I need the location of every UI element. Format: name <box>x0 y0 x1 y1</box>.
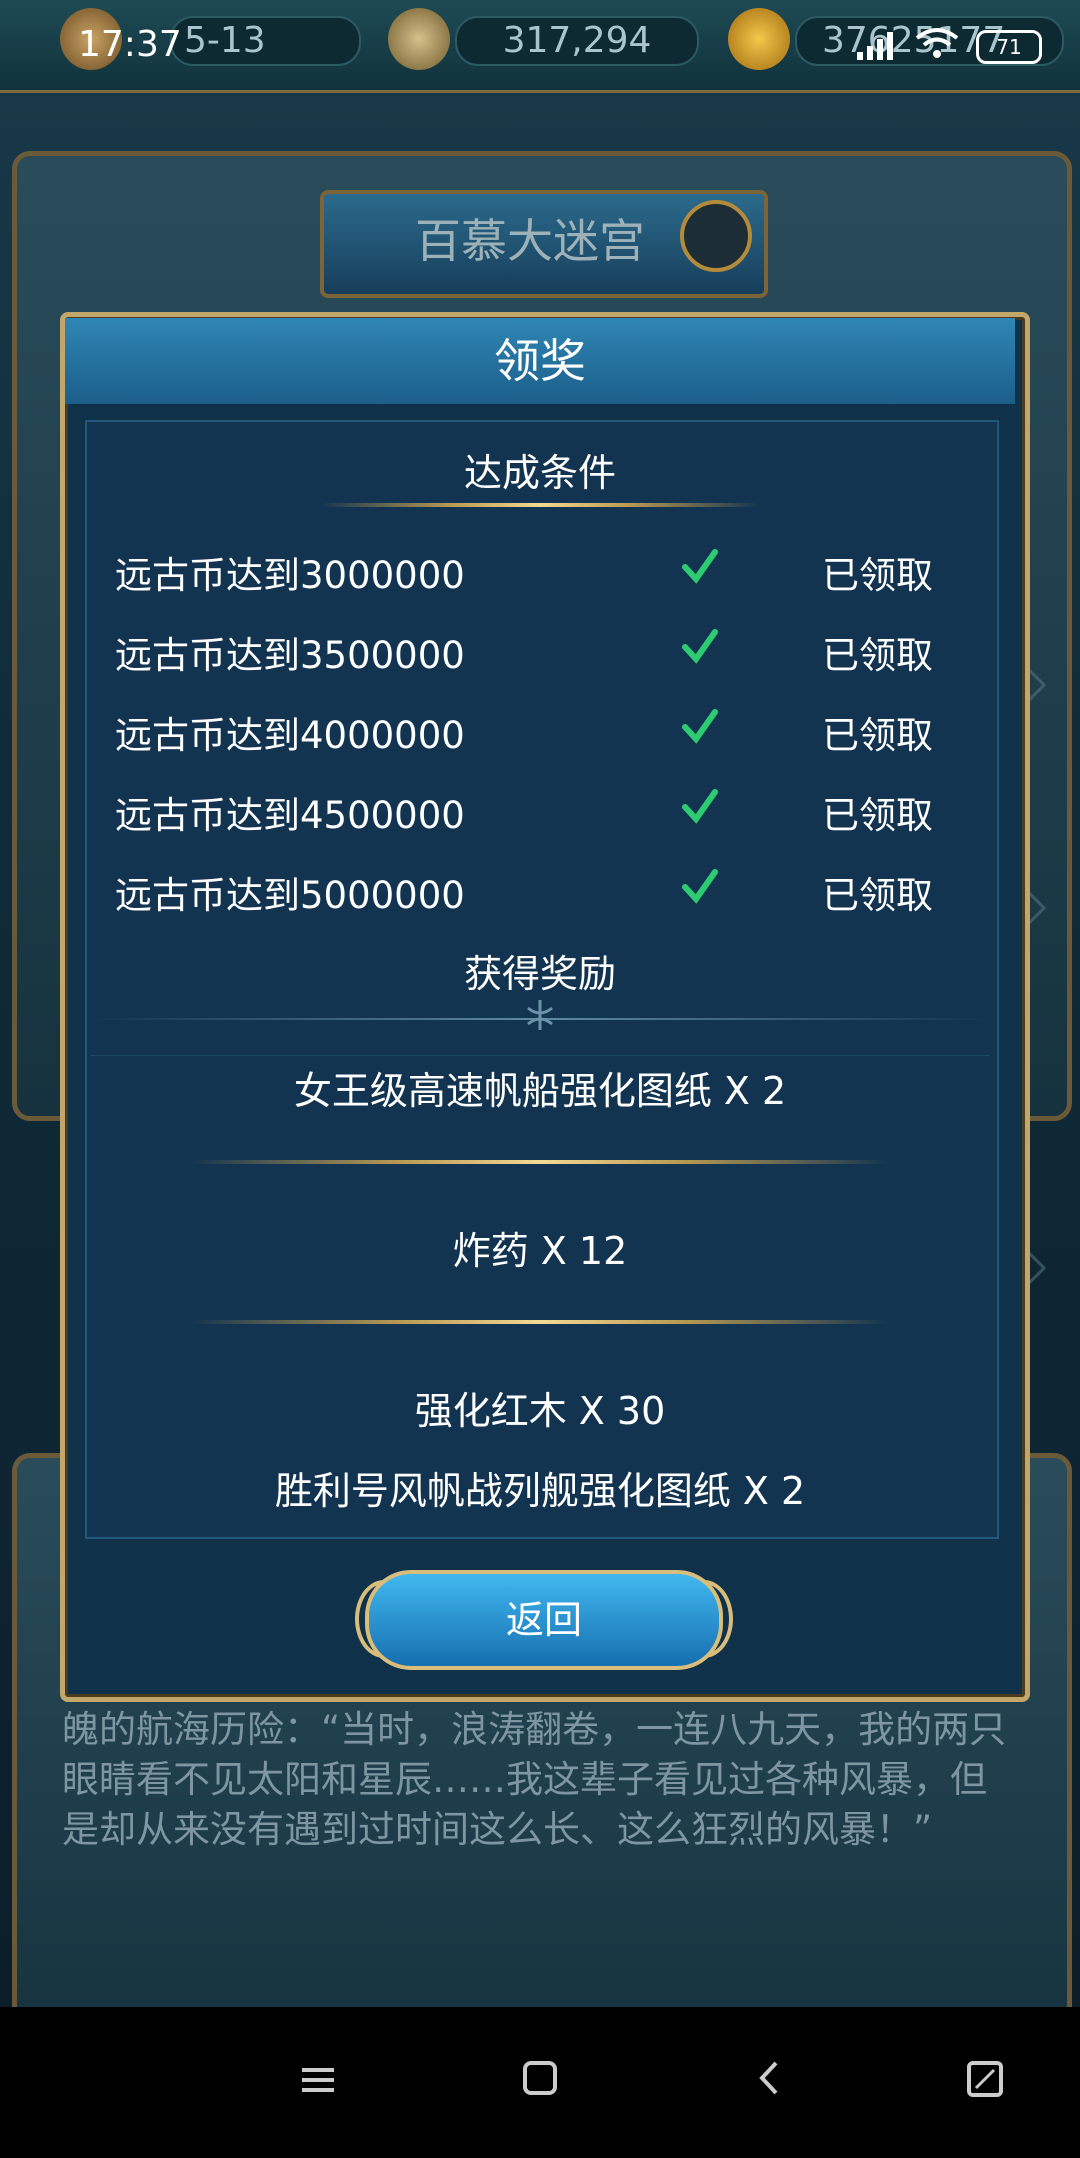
claimed-status: 已领取 <box>822 794 933 837</box>
compass-icon <box>388 8 450 70</box>
reward-item: 炸药 X 12 <box>452 1229 628 1273</box>
dialog-title: 领奖 <box>494 334 586 388</box>
chat-icon[interactable] <box>680 200 752 272</box>
checkmark-icon <box>682 709 718 744</box>
rewards-header: 获得奖励 <box>463 952 616 996</box>
claimed-status: 已领取 <box>822 714 933 757</box>
back-button[interactable]: 返回 <box>365 1570 723 1670</box>
condition-label: 远古币达到3000000 <box>115 554 465 597</box>
checkmark-icon <box>682 869 718 904</box>
divider <box>190 1160 890 1164</box>
condition-label: 远古币达到5000000 <box>115 874 465 917</box>
menu-icon[interactable] <box>300 2062 336 2098</box>
reward-item: 强化红木 X 30 <box>414 1389 666 1433</box>
home-icon[interactable] <box>522 2060 558 2096</box>
checkmark-icon <box>682 789 718 824</box>
divider <box>190 1320 890 1324</box>
reward-item: 胜利号风帆战列舰强化图纸 X 2 <box>274 1469 806 1513</box>
checkmark-icon <box>682 549 718 584</box>
battery-indicator: 71 <box>976 30 1042 64</box>
screen-title: 百慕大迷宫 <box>415 214 645 268</box>
gold-coin-icon <box>728 8 790 70</box>
claimed-status: 已领取 <box>822 634 933 677</box>
reward-item: 女王级高速帆船强化图纸 X 2 <box>293 1069 787 1113</box>
claimed-status: 已领取 <box>822 554 933 597</box>
divider <box>90 1055 990 1056</box>
claimed-status: 已领取 <box>822 874 933 917</box>
checkmark-icon <box>682 629 718 664</box>
conditions-header: 达成条件 <box>463 451 616 495</box>
condition-label: 远古币达到3500000 <box>115 634 465 677</box>
compass-value: 317,294 <box>455 16 699 66</box>
screenshot-icon[interactable] <box>966 2060 1004 2098</box>
condition-label: 远古币达到4000000 <box>115 714 465 757</box>
date-display: 5-13 <box>170 16 361 66</box>
navigation-bar <box>0 2007 1080 2158</box>
signal-icon <box>857 32 893 60</box>
wifi-icon <box>915 28 959 58</box>
status-time: 17:37 <box>78 24 182 65</box>
condition-label: 远古币达到4500000 <box>115 794 465 837</box>
back-icon[interactable] <box>752 2060 788 2096</box>
divider <box>320 503 760 507</box>
ornament-icon <box>527 1000 553 1030</box>
